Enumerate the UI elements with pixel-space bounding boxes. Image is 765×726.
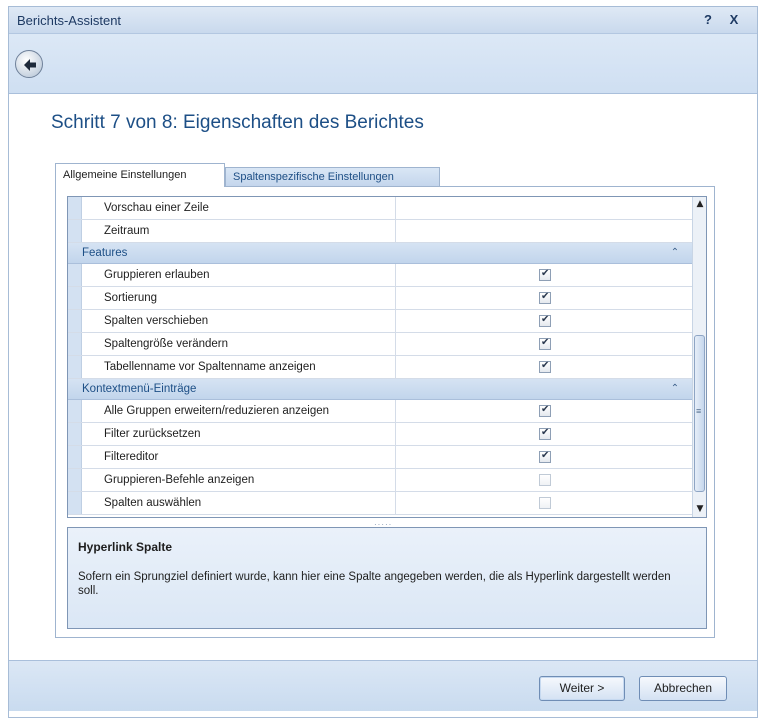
checkbox[interactable]: [539, 427, 551, 440]
tab-column-settings[interactable]: Spaltenspezifische Einstellungen: [225, 167, 440, 187]
checkbox[interactable]: [539, 314, 551, 327]
property-value[interactable]: [396, 220, 692, 242]
property-row[interactable]: Filtereditor: [68, 446, 692, 469]
checkbox[interactable]: [539, 268, 551, 281]
property-label: Alle Gruppen erweitern/reduzieren anzeig…: [82, 400, 396, 422]
category-context-menu[interactable]: Kontextmenü-Einträge ⌃: [68, 379, 692, 400]
checkbox[interactable]: [539, 337, 551, 350]
next-button[interactable]: Weiter >: [539, 676, 625, 701]
description-text: Sofern ein Sprungziel definiert wurde, k…: [78, 571, 671, 597]
title-bar: Berichts-Assistent ? X: [9, 7, 757, 34]
property-label: Sortierung: [82, 287, 396, 309]
property-label: Gruppieren erlauben: [82, 264, 396, 286]
property-label: Vorschau einer Zeile: [82, 197, 396, 219]
property-row[interactable]: Spaltengröße verändern: [68, 333, 692, 356]
checkbox[interactable]: [539, 360, 551, 373]
category-features[interactable]: Features ⌃: [68, 243, 692, 264]
settings-panel: Vorschau einer Zeile Zeitraum Features ⌃…: [55, 186, 715, 638]
close-button[interactable]: X: [725, 11, 743, 29]
vertical-scrollbar[interactable]: ▲ ≡ ▼: [692, 197, 706, 517]
checkbox[interactable]: [539, 291, 551, 304]
property-label: Spaltengröße verändern: [82, 333, 396, 355]
property-row[interactable]: Alle Gruppen erweitern/reduzieren anzeig…: [68, 400, 692, 423]
scroll-up-icon[interactable]: ▲: [693, 197, 706, 211]
checkbox[interactable]: [539, 497, 551, 509]
property-row[interactable]: Vorschau einer Zeile: [68, 197, 692, 220]
window-title: Berichts-Assistent: [17, 13, 122, 28]
scroll-thumb[interactable]: ≡: [694, 335, 705, 492]
category-label: Features: [82, 247, 128, 259]
checkbox[interactable]: [539, 450, 551, 463]
property-label: Zeitraum: [82, 220, 396, 242]
collapse-icon[interactable]: ⌃: [668, 380, 682, 398]
property-value[interactable]: [396, 197, 692, 219]
property-label: Spalten auswählen: [82, 492, 396, 514]
scroll-down-icon[interactable]: ▼: [693, 502, 706, 516]
property-label: Tabellenname vor Spaltenname anzeigen: [82, 356, 396, 378]
navigation-bar: [9, 34, 757, 94]
description-panel: Hyperlink Spalte Sofern ein Sprungziel d…: [67, 527, 707, 629]
grip-icon: ≡: [696, 406, 702, 416]
help-button[interactable]: ?: [699, 11, 717, 29]
property-row[interactable]: Zeitraum: [68, 220, 692, 243]
property-row[interactable]: Gruppieren erlauben: [68, 264, 692, 287]
property-row[interactable]: Spalten verschieben: [68, 310, 692, 333]
property-row[interactable]: Sortierung: [68, 287, 692, 310]
page-title: Schritt 7 von 8: Eigenschaften des Beric…: [51, 112, 424, 133]
description-title: Hyperlink Spalte: [78, 540, 173, 554]
property-grid: Vorschau einer Zeile Zeitraum Features ⌃…: [67, 196, 707, 518]
category-label: Kontextmenü-Einträge: [82, 383, 197, 395]
property-row[interactable]: Tabellenname vor Spaltenname anzeigen: [68, 356, 692, 379]
checkbox[interactable]: [539, 474, 551, 486]
tab-general-settings[interactable]: Allgemeine Einstellungen: [55, 163, 225, 187]
property-label: Filtereditor: [82, 446, 396, 468]
property-row[interactable]: Gruppieren-Befehle anzeigen: [68, 469, 692, 492]
property-label: Gruppieren-Befehle anzeigen: [82, 469, 396, 491]
back-button[interactable]: [15, 50, 43, 78]
property-row[interactable]: Filter zurücksetzen: [68, 423, 692, 446]
property-label: Filter zurücksetzen: [82, 423, 396, 445]
footer-bar: Weiter > Abbrechen: [9, 660, 757, 711]
property-label: Spalten verschieben: [82, 310, 396, 332]
collapse-icon[interactable]: ⌃: [668, 244, 682, 262]
back-arrow-icon: [24, 59, 36, 71]
cancel-button[interactable]: Abbrechen: [639, 676, 727, 701]
checkbox[interactable]: [539, 404, 551, 417]
property-row[interactable]: Spalten auswählen: [68, 492, 692, 515]
